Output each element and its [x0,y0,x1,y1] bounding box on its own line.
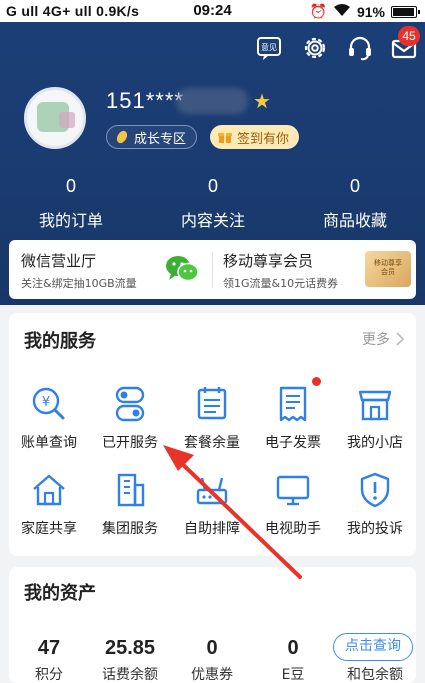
asset-phone-balance[interactable]: 25.85 话费余额 [90,637,170,683]
bill-search-icon: ¥ [32,387,65,420]
calendar-icon [197,387,227,420]
gift-icon [218,133,232,143]
more-label: 更多 [362,332,390,348]
shop-icon [358,390,392,421]
asset-label: 和包余额 [347,667,403,683]
service-label: 电视助手 [265,521,321,537]
service-label: 套餐余量 [184,435,240,451]
wechat-hall-title: 微信营业厅 [21,252,97,270]
wechat-hall-subtitle: 关注&绑定抽10GB流量 [21,277,137,290]
leaf-icon [116,130,128,144]
wechat-icon [166,256,199,282]
service-plan-balance[interactable]: 套餐余量 [172,384,252,452]
promo-card: 微信营业厅 关注&绑定抽10GB流量 移动尊享会员 领1G流量&10元话费券 移… [9,240,416,299]
asset-value: 25.85 [104,637,156,659]
service-my-complaints[interactable]: 我的投诉 [335,470,415,538]
status-bar: G ull 4G+ ull 0.9K/s 09:24 ⏰ 91% [0,0,425,22]
masked-number-blur [176,88,248,114]
services-more-link[interactable]: 更多 [362,329,404,349]
service-label: 我的小店 [347,435,403,451]
service-label: 电子发票 [265,435,321,451]
service-label: 自助排障 [184,521,240,537]
vip-subtitle: 领1G流量&10元话费券 [223,277,339,290]
phone-number: 151**** [106,88,184,113]
sign-in-button[interactable]: 签到有你 [210,125,300,149]
orders-count: 0 [65,176,76,196]
headset-icon [349,36,371,61]
service-family-share[interactable]: 家庭共享 [9,470,89,538]
service-label: 我的投诉 [347,521,403,537]
toggle-service-icon [115,386,145,422]
service-label: 家庭共享 [21,521,77,537]
services-title: 我的服务 [24,331,96,352]
vip-card-label: 移动尊享 会员 [374,259,402,276]
avatar[interactable] [24,87,86,149]
asset-label: 积分 [35,667,63,683]
vip-member-banner[interactable]: 移动尊享会员 领1G流量&10元话费券 移动尊享 会员 [213,240,416,299]
shield-alert-icon [360,472,390,508]
query-balance-button[interactable]: 点击查询 [333,633,413,661]
asset-label: 优惠券 [191,667,233,683]
asset-value: 47 [37,637,61,659]
service-group[interactable]: 集团服务 [90,470,170,538]
my-orders[interactable]: 0 我的订单 [0,176,142,231]
growth-zone-label: 成长专区 [134,131,187,147]
router-icon [196,477,228,505]
follow-label: 内容关注 [180,211,245,230]
battery-percent: 91% [356,3,385,20]
chevron-right-icon [396,332,404,346]
feedback-button[interactable]: 意见 [255,34,283,62]
gear-icon [304,37,326,59]
wifi-icon [333,3,351,20]
svg-text:¥: ¥ [42,395,50,410]
asset-coupons[interactable]: 0 优惠券 [172,637,252,683]
asset-label: 话费余额 [102,667,158,683]
asset-value: 0 [287,637,299,659]
service-opened[interactable]: 已开服务 [90,384,170,452]
service-label: 账单查询 [21,435,77,451]
building-icon [117,473,145,507]
favorites-count: 0 [349,176,360,196]
home-icon [33,474,65,506]
invoice-notification-dot [312,377,321,386]
asset-label: E豆 [281,667,305,683]
service-label: 集团服务 [102,521,158,537]
service-label: 已开服务 [102,435,158,451]
feedback-icon: 意见 [257,37,281,60]
product-favorites[interactable]: 0 商品收藏 [284,176,425,231]
invoice-icon [279,386,307,422]
service-self-troubleshoot[interactable]: 自助排障 [172,470,252,538]
content-follow[interactable]: 0 内容关注 [142,176,284,231]
alarm-icon: ⏰ [309,3,327,19]
asset-e-beans[interactable]: 0 E豆 [253,637,333,683]
asset-value: 0 [206,637,218,659]
sign-in-label: 签到有你 [237,131,290,147]
star-icon: ★ [253,89,271,113]
service-tv-assistant[interactable]: 电视助手 [253,470,333,538]
vip-title: 移动尊享会员 [223,252,314,270]
svg-text:意见: 意见 [261,42,277,52]
follow-count: 0 [207,176,218,196]
customer-service-button[interactable] [346,34,374,62]
settings-button[interactable] [301,34,329,62]
assets-title: 我的资产 [24,583,96,604]
asset-hebao-balance[interactable]: 和包余额 [335,664,415,683]
vip-card-image: 移动尊享 会员 [365,251,411,287]
service-e-invoice[interactable]: 电子发票 [253,384,333,452]
wechat-hall-banner[interactable]: 微信营业厅 关注&绑定抽10GB流量 [9,240,212,299]
orders-label: 我的订单 [38,211,103,230]
message-badge: 45 [398,26,420,46]
tv-icon [276,475,310,506]
asset-points[interactable]: 47 积分 [9,637,89,683]
service-my-shop[interactable]: 我的小店 [335,384,415,452]
battery-icon [391,5,420,18]
status-right: ⏰ 91% [309,3,420,20]
favorites-label: 商品收藏 [322,211,387,230]
growth-zone-button[interactable]: 成长专区 [106,125,198,149]
service-bill-query[interactable]: ¥ 账单查询 [9,384,89,452]
